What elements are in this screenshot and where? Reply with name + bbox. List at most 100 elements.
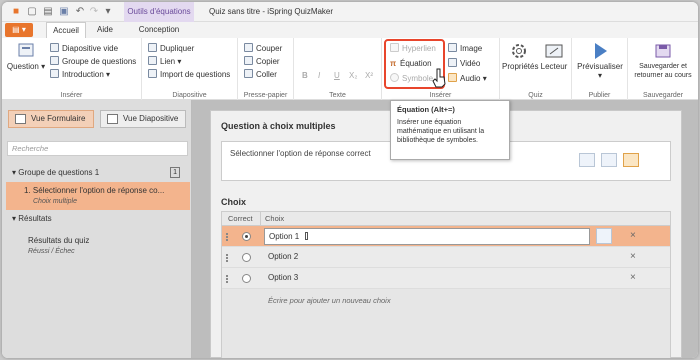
- save-return-icon: [655, 44, 671, 58]
- correct-radio[interactable]: [242, 232, 251, 241]
- col-choice: Choix: [260, 212, 284, 226]
- duplicate-icon: [148, 43, 157, 52]
- italic-button[interactable]: I: [318, 70, 320, 81]
- group-label-presse-papier: Presse-papier: [243, 92, 288, 99]
- file-menu-button[interactable]: ▤ ▾: [5, 23, 33, 37]
- introduction-button[interactable]: Introduction ▾: [50, 69, 110, 80]
- tree-results[interactable]: ▾ Résultats: [6, 213, 190, 224]
- tab-accueil[interactable]: Accueil: [46, 22, 86, 38]
- hand-cursor-icon: [432, 68, 446, 88]
- paste-icon: [244, 69, 253, 78]
- link-icon: [148, 56, 157, 65]
- undo-icon[interactable]: ↶: [74, 6, 86, 18]
- delete-choice-icon[interactable]: ×: [630, 230, 636, 241]
- group-inserer-1: Question ▾ Diapositive vide Groupe de qu…: [2, 38, 142, 100]
- add-video-button[interactable]: [601, 153, 617, 167]
- group-label-sauvegarder: Sauvegarder: [642, 92, 684, 99]
- tab-conception[interactable]: Conception: [126, 22, 192, 38]
- add-choice-placeholder[interactable]: Écrire pour ajouter un nouveau choix: [268, 296, 391, 305]
- underline-button[interactable]: U: [334, 70, 340, 81]
- group-label-diapositive: Diapositive: [172, 92, 207, 99]
- new-icon[interactable]: ▢: [26, 6, 38, 18]
- choice-input[interactable]: Option 1: [264, 228, 590, 245]
- correct-radio[interactable]: [242, 274, 251, 283]
- slide-icon: [50, 43, 59, 52]
- redo-icon[interactable]: ↷: [88, 6, 100, 18]
- add-audio-button[interactable]: [623, 153, 639, 167]
- scissors-icon: [244, 43, 253, 52]
- question-group-button[interactable]: Groupe de questions: [50, 56, 136, 67]
- group-texte: B I U X₂ X² Texte: [294, 38, 382, 100]
- choices-title: Choix: [221, 197, 247, 207]
- choice-row[interactable]: Option 2 ×: [222, 247, 670, 268]
- gear-icon: [512, 44, 526, 58]
- properties-button[interactable]: Propriétés: [502, 42, 538, 71]
- drag-handle-icon[interactable]: [226, 275, 228, 283]
- question-item-label: 1. Sélectionner l'option de réponse co..…: [24, 186, 165, 195]
- slide-view-button[interactable]: Vue Diapositive: [100, 110, 186, 128]
- intro-icon: [50, 69, 59, 78]
- preview-button[interactable]: Prévisualiser ▾: [574, 42, 626, 80]
- delete-choice-icon[interactable]: ×: [630, 251, 636, 262]
- customize-icon[interactable]: ▾: [102, 6, 114, 18]
- group-presse-papier: Couper Copier Coller Presse-papier: [238, 38, 294, 100]
- choice-label[interactable]: Option 3: [268, 273, 298, 282]
- choice-row[interactable]: Option 1 ×: [222, 226, 670, 247]
- question-type-title: Question à choix multiples: [221, 121, 336, 131]
- choices-table: Correct Choix Option 1 × Option 2 × Opti…: [221, 211, 671, 358]
- choice-label[interactable]: Option 2: [268, 252, 298, 261]
- blank-slide-button[interactable]: Diapositive vide: [50, 43, 118, 54]
- ribbon: Question ▾ Diapositive vide Groupe de qu…: [2, 38, 698, 100]
- group-label-publier: Publier: [588, 92, 611, 99]
- tooltip-body: Insérer une équation mathématique en uti…: [397, 119, 485, 144]
- paste-button[interactable]: Coller: [244, 69, 277, 80]
- speaker-icon: [448, 73, 457, 82]
- tree-group[interactable]: ▾ Groupe de questions 1 1: [6, 167, 190, 178]
- open-icon[interactable]: ▤: [42, 6, 54, 18]
- context-tab-equation-tools[interactable]: Outils d'équations: [124, 2, 194, 22]
- search-input[interactable]: Recherche: [7, 141, 188, 156]
- subscript-button[interactable]: X₂: [349, 70, 357, 81]
- correct-radio[interactable]: [242, 253, 251, 262]
- form-view-icon: [15, 114, 26, 124]
- group-count-badge: 1: [170, 167, 180, 178]
- tab-aide[interactable]: Aide: [88, 22, 122, 38]
- video-icon: [448, 58, 457, 67]
- player-button[interactable]: Lecteur: [538, 42, 570, 71]
- group-icon: [50, 56, 59, 65]
- group-quiz: Propriétés Lecteur Quiz: [500, 38, 572, 100]
- group-sauvegarder: Sauvegarder et retourner au cours Sauveg…: [628, 38, 698, 100]
- superscript-button[interactable]: X²: [365, 70, 373, 81]
- tree-results-item[interactable]: Résultats du quiz Réussi / Échec: [6, 235, 190, 257]
- save-icon[interactable]: ▣: [58, 6, 70, 18]
- import-questions-button[interactable]: Import de questions: [148, 69, 230, 80]
- drag-handle-icon[interactable]: [226, 233, 228, 241]
- drag-handle-icon[interactable]: [226, 254, 228, 262]
- question-item-type: Choix multiple: [33, 198, 77, 205]
- slide-view-icon: [107, 114, 118, 124]
- bold-button[interactable]: B: [302, 70, 308, 81]
- add-image-button[interactable]: [579, 153, 595, 167]
- cut-button[interactable]: Couper: [244, 43, 282, 54]
- equation-tooltip: Équation (Alt+=) Insérer une équation ma…: [390, 100, 510, 160]
- copy-button[interactable]: Copier: [244, 56, 280, 67]
- image-button[interactable]: Image: [448, 43, 482, 54]
- delete-choice-icon[interactable]: ×: [630, 272, 636, 283]
- import-icon: [148, 69, 157, 78]
- player-icon: [545, 44, 563, 58]
- video-button[interactable]: Vidéo: [448, 58, 480, 69]
- question-button[interactable]: Question ▾: [6, 42, 46, 71]
- save-return-button[interactable]: Sauvegarder et retourner au cours: [630, 42, 696, 80]
- tree-question-item[interactable]: 1. Sélectionner l'option de réponse co..…: [6, 182, 190, 210]
- choice-row[interactable]: Option 3 ×: [222, 268, 670, 289]
- group-label-texte: Texte: [329, 92, 346, 99]
- col-correct: Correct: [228, 214, 253, 223]
- text-caret-icon: [305, 232, 309, 240]
- choice-image-button[interactable]: [596, 228, 612, 244]
- left-panel: Vue Formulaire Vue Diapositive Recherche…: [2, 100, 192, 358]
- form-view-button[interactable]: Vue Formulaire: [8, 110, 94, 128]
- audio-button[interactable]: Audio ▾: [448, 73, 487, 84]
- ribbon-tabs: ▤ ▾ Accueil Aide Conception: [2, 22, 698, 38]
- duplicate-button[interactable]: Dupliquer: [148, 43, 194, 54]
- link-button[interactable]: Lien ▾: [148, 56, 181, 67]
